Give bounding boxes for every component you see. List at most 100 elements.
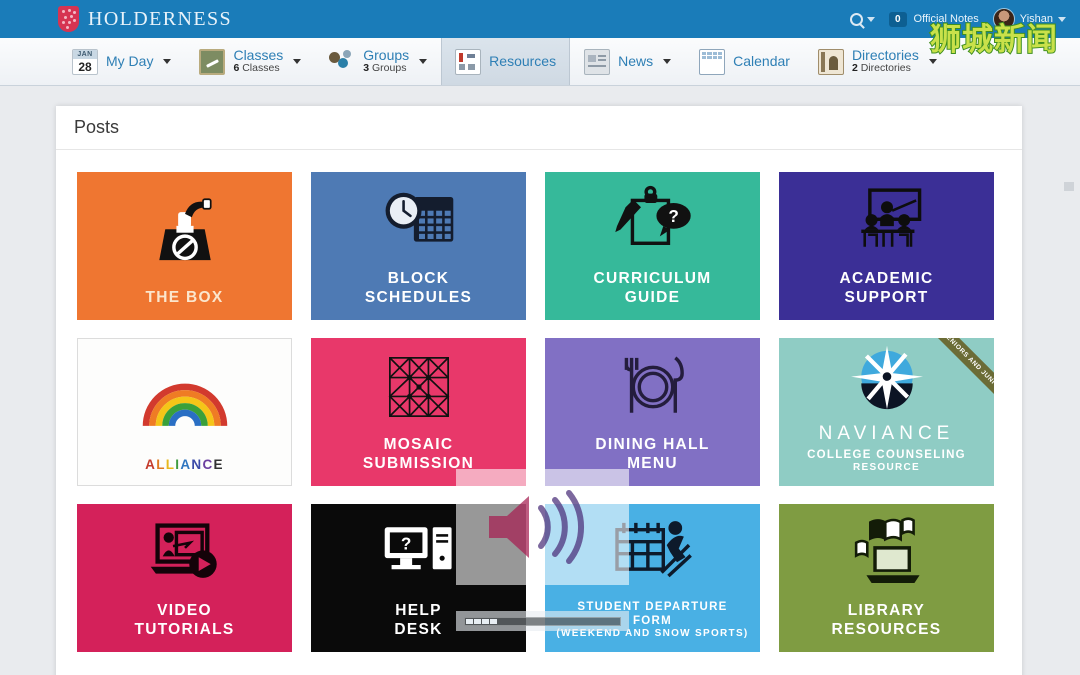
tile-caption: VIDEO TUTORIALS [77,602,292,652]
search-icon [849,12,863,26]
tile-caption-line: THE BOX [145,289,224,307]
nav-tab-sublabel: Directories [860,62,911,75]
clock-calendar-icon [385,192,453,242]
tile-caption-line: SUPPORT [844,289,929,307]
resource-tile-alliance[interactable]: ALLIANCE [77,338,292,486]
search-button[interactable] [849,12,875,26]
nav-tab-label: Groups [363,46,410,63]
nav-tab-label: My Day [106,52,154,69]
tile-caption-line: VIDEO [157,602,212,620]
laptop-play-icon [77,504,292,602]
clock-calendar-icon [311,172,526,270]
nav-tab-label: Classes [233,46,284,63]
resource-tile-grid: THE BOX BLOCK SCHEDULES ? CURRICULUM GUI… [56,150,1022,652]
nav-tab-count: 2 [851,62,858,75]
brand-logo[interactable]: HOLDERNESS [0,6,232,32]
resource-tile-the-box[interactable]: THE BOX [77,172,292,320]
chevron-down-icon [1058,16,1066,22]
resource-tile-curriculum-guide[interactable]: ? CURRICULUM GUIDE [545,172,760,320]
mosaic-grid-icon [388,357,449,418]
official-notes-button[interactable]: 0 Official Notes [888,11,979,27]
tile-caption-line: CURRICULUM [593,270,712,288]
nav-tab-my-day[interactable]: JAN 28 My Day [58,38,185,85]
tile-caption-line: DESK [394,621,443,639]
tile-caption: ACADEMIC SUPPORT [779,270,994,320]
clipboard-question-icon: ? [614,185,691,246]
tile-caption: CURRICULUM GUIDE [545,270,760,320]
chevron-down-icon [419,59,428,64]
laptop-books-icon [779,504,994,602]
nav-tab-news[interactable]: News [570,38,685,85]
tile-caption-line: SUBMISSION [362,455,475,473]
plate-cutlery-icon [624,356,684,413]
ballot-box-icon [77,172,292,289]
page-title: Posts [74,117,120,137]
nav-tab-sublabel: Groups [372,62,407,75]
resource-tile-library-resources[interactable]: LIBRARY RESOURCES [779,504,994,652]
tile-caption-line: LIBRARY [847,602,926,620]
tile-caption: THE BOX [77,289,292,320]
resource-tile-naviance[interactable]: NAVIANCECOLLEGE COUNSELINGRESOURCEFOR SE… [779,338,994,486]
calendar-date-icon: JAN 28 [72,48,98,75]
naviance-star-icon [850,345,923,409]
computer-question-icon: ? [384,527,452,570]
chevron-down-icon [663,59,672,64]
resource-tile-academic-support[interactable]: ACADEMIC SUPPORT [779,172,994,320]
tile-caption: STUDENT DEPARTURE FORM (WEEKEND AND SNOW S… [545,600,760,652]
scrollbar-thumb[interactable] [1064,182,1074,191]
chevron-down-icon [928,59,937,64]
tile-caption-line: ACADEMIC [839,270,934,288]
address-book-icon [817,48,844,75]
nav-tab-classes[interactable]: Classes 6 Classes [185,38,315,85]
tile-caption-line: TUTORIALS [134,621,235,639]
user-menu[interactable]: Yishan [992,8,1066,30]
tile-caption: MOSAIC SUBMISSION [311,436,526,486]
tile-caption-line: DINING HALL [595,436,710,454]
avatar [992,8,1015,30]
tile-caption: LIBRARY RESOURCES [779,602,994,652]
computer-question-icon: ? [311,504,526,602]
nav-tab-label: News [618,52,654,69]
nav-tab-resources[interactable]: Resources [441,38,571,85]
tile-caption-line: MENU [627,455,678,473]
resource-tile-dining-hall-menu[interactable]: DINING HALL MENU [545,338,760,486]
notes-count-badge: 0 [888,11,907,27]
resource-tile-help-desk[interactable]: ? HELP DESK [311,504,526,652]
date-icon-day: 28 [78,59,92,74]
resource-tile-video-tutorials[interactable]: VIDEO TUTORIALS [77,504,292,652]
brand-name: HOLDERNESS [88,7,233,30]
tile-caption-line: STUDENT DEPARTURE [577,600,728,613]
nav-tab-label: Resources [489,52,557,69]
chevron-down-icon [163,59,172,64]
laptop-play-icon [150,523,217,578]
classroom-teaching-icon [860,188,921,247]
clipboard-question-icon: ? [545,172,760,270]
tile-caption-line: NAVIANCE [818,422,955,444]
newspaper-icon [584,48,611,75]
svg-text:?: ? [668,206,678,226]
nav-tab-groups[interactable]: Groups 3 Groups [315,38,441,85]
tile-caption-line: GUIDE [624,289,681,307]
calendar-skier-icon [545,504,760,600]
resource-tile-mosaic-submission[interactable]: MOSAIC SUBMISSION [311,338,526,486]
card-header: Posts [56,106,1022,150]
nav-tab-count: 6 [233,62,240,75]
mosaic-grid-icon [311,338,526,436]
nav-tab-directories[interactable]: Directories 2 Directories [804,38,951,85]
ballot-box-icon [158,197,212,260]
nav-tab-count: 3 [363,62,370,75]
tile-caption-line: RESOURCE [852,461,921,473]
tile-caption-line: FORM [632,614,673,627]
resource-tile-student-departure-form[interactable]: STUDENT DEPARTURE FORM (WEEKEND AND SNOW S… [545,504,760,652]
page-stage: Posts THE BOX BLOCK SCHEDULES ? CURRICUL… [0,86,1080,675]
rainbow-icon [78,339,291,457]
tile-caption-line: ALLIANCE [145,456,224,472]
tile-caption: HELP DESK [311,602,526,652]
chalkboard-icon [199,48,226,75]
resource-tile-block-schedules[interactable]: BLOCK SCHEDULES [311,172,526,320]
svg-text:?: ? [400,534,410,554]
chevron-down-icon [866,16,875,22]
people-group-icon [329,49,355,75]
user-name: Yishan [1019,13,1053,25]
nav-tab-calendar[interactable]: Calendar [685,38,804,85]
